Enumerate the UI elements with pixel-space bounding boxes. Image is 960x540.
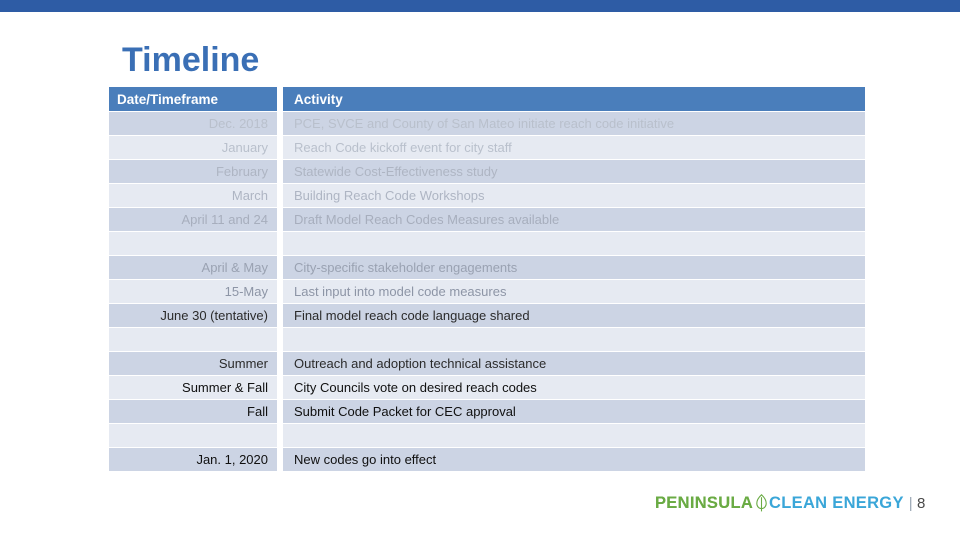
cell-activity [283, 328, 865, 351]
table-row: Summer & Fall City Councils vote on desi… [109, 376, 865, 399]
cell-date: March [109, 184, 277, 207]
cell-date: 15-May [109, 280, 277, 303]
leaf-icon [756, 494, 767, 512]
table-row: April & May City-specific stakeholder en… [109, 256, 865, 279]
table-row: March Building Reach Code Workshops [109, 184, 865, 207]
cell-activity: Submit Code Packet for CEC approval [283, 400, 865, 423]
cell-activity: Outreach and adoption technical assistan… [283, 352, 865, 375]
table-row: 15-May Last input into model code measur… [109, 280, 865, 303]
cell-date: Jan. 1, 2020 [109, 448, 277, 471]
table-row: Jan. 1, 2020 New codes go into effect [109, 448, 865, 471]
cell-activity: Last input into model code measures [283, 280, 865, 303]
column-header-activity: Activity [283, 87, 865, 111]
logo-text-peninsula: PENINSULA [655, 493, 754, 512]
table-row: February Statewide Cost-Effectiveness st… [109, 160, 865, 183]
cell-date: February [109, 160, 277, 183]
cell-date [109, 328, 277, 351]
logo-divider: | [908, 494, 913, 512]
cell-date: Dec. 2018 [109, 112, 277, 135]
timeline-table: Date/Timeframe Activity Dec. 2018 PCE, S… [109, 87, 865, 472]
cell-activity: Building Reach Code Workshops [283, 184, 865, 207]
cell-activity: New codes go into effect [283, 448, 865, 471]
cell-activity: PCE, SVCE and County of San Mateo initia… [283, 112, 865, 135]
cell-date [109, 424, 277, 447]
cell-activity: City-specific stakeholder engagements [283, 256, 865, 279]
page-title: Timeline [122, 41, 260, 79]
cell-date: Summer [109, 352, 277, 375]
cell-date: January [109, 136, 277, 159]
table-row: January Reach Code kickoff event for cit… [109, 136, 865, 159]
peninsula-clean-energy-logo: PENINSULA CLEAN ENERGY | 8 [655, 492, 926, 514]
cell-activity: Draft Model Reach Codes Measures availab… [283, 208, 865, 231]
cell-date: April 11 and 24 [109, 208, 277, 231]
cell-date [109, 232, 277, 255]
cell-activity: City Councils vote on desired reach code… [283, 376, 865, 399]
column-header-date: Date/Timeframe [109, 87, 277, 111]
cell-activity: Final model reach code language shared [283, 304, 865, 327]
table-spacer-row [109, 424, 865, 447]
table-spacer-row [109, 232, 865, 255]
table-spacer-row [109, 328, 865, 351]
cell-date: June 30 (tentative) [109, 304, 277, 327]
top-accent-bar [0, 0, 960, 12]
cell-activity: Reach Code kickoff event for city staff [283, 136, 865, 159]
cell-activity [283, 232, 865, 255]
slide-number: 8 [916, 494, 926, 512]
table-header-row: Date/Timeframe Activity [109, 87, 865, 111]
cell-date: April & May [109, 256, 277, 279]
table-row: April 11 and 24 Draft Model Reach Codes … [109, 208, 865, 231]
cell-activity [283, 424, 865, 447]
table-row: Summer Outreach and adoption technical a… [109, 352, 865, 375]
table-row: Fall Submit Code Packet for CEC approval [109, 400, 865, 423]
cell-activity: Statewide Cost-Effectiveness study [283, 160, 865, 183]
logo-text-clean-energy: CLEAN ENERGY [769, 493, 904, 512]
cell-date: Summer & Fall [109, 376, 277, 399]
cell-date: Fall [109, 400, 277, 423]
table-row: June 30 (tentative) Final model reach co… [109, 304, 865, 327]
table-row: Dec. 2018 PCE, SVCE and County of San Ma… [109, 112, 865, 135]
